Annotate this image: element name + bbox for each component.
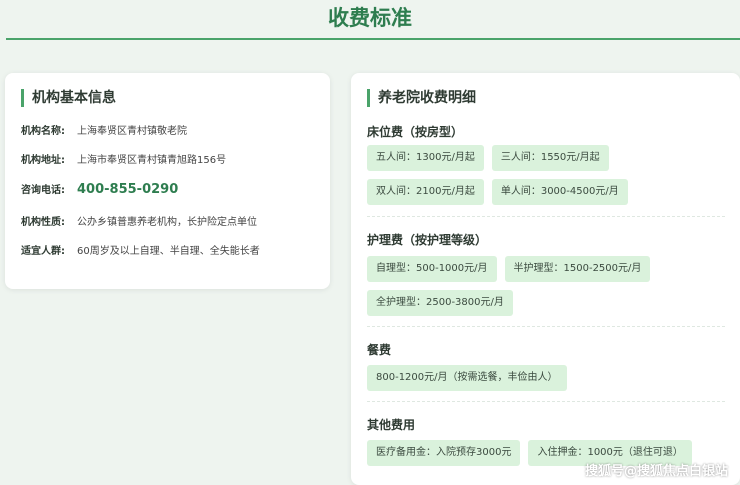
phone-link[interactable]: 400-855-0290	[77, 183, 178, 197]
fee-tag: 双人间：2100元/月起	[367, 179, 484, 205]
fee-tag: 医疗备用金：入院预存3000元	[367, 440, 521, 466]
fee-tag: 单人间：3000-4500元/月	[491, 179, 628, 205]
basic-info-card: 机构基本信息 机构名称: 上海奉贤区青村镇敬老院 机构地址: 上海市奉贤区青村镇…	[5, 73, 330, 289]
info-value: 上海奉贤区青村镇敬老院	[77, 126, 187, 137]
meal-fee-tags: 800-1200元/月（按需选餐，丰俭由人）	[367, 365, 727, 391]
info-value: 公办乡镇普惠养老机构，长护险定点单位	[77, 217, 257, 228]
fee-details-card: 养老院收费明细 床位费（按房型） 五人间：1300元/月起 三人间：1550元/…	[351, 73, 740, 485]
fee-tag: 五人间：1300元/月起	[367, 145, 484, 171]
info-value: 60周岁及以上自理、半自理、全失能长者	[77, 246, 260, 257]
page-title: 收费标准	[328, 6, 412, 30]
section-divider	[367, 216, 725, 217]
info-row-address: 机构地址: 上海市奉贤区青村镇青旭路156号	[21, 154, 226, 168]
section-title-bed: 床位费（按房型）	[367, 125, 464, 139]
fee-tag: 自理型：500-1000元/月	[367, 256, 497, 282]
info-label: 机构地址:	[21, 155, 65, 166]
basic-info-heading: 机构基本信息	[21, 89, 314, 107]
fee-tag: 800-1200元/月（按需选餐，丰俭由人）	[367, 365, 567, 391]
section-title-meal: 餐费	[367, 343, 392, 357]
info-label: 机构性质:	[21, 217, 65, 228]
section-divider	[367, 326, 725, 327]
info-row-phone: 咨询电话: 400-855-0290	[21, 183, 178, 198]
bed-fee-tags: 五人间：1300元/月起 三人间：1550元/月起 双人间：2100元/月起 单…	[367, 145, 727, 205]
info-label: 适宜人群:	[21, 246, 65, 257]
fee-details-heading: 养老院收费明细	[367, 89, 724, 107]
source-watermark: 搜狐号@搜狐焦点白银站	[584, 464, 728, 479]
info-row-audience: 适宜人群: 60周岁及以上自理、半自理、全失能长者	[21, 245, 260, 259]
fee-tag: 半护理型：1500-2500元/月	[504, 256, 651, 282]
info-row-type: 机构性质: 公办乡镇普惠养老机构，长护险定点单位	[21, 216, 257, 230]
section-title-care: 护理费（按护理等级）	[367, 233, 488, 247]
info-value: 上海市奉贤区青村镇青旭路156号	[77, 155, 227, 166]
info-row-name: 机构名称: 上海奉贤区青村镇敬老院	[21, 125, 187, 139]
info-label: 机构名称:	[21, 126, 65, 137]
title-divider	[6, 38, 740, 40]
section-title-other: 其他费用	[367, 418, 416, 432]
section-divider	[367, 401, 725, 402]
fee-tag: 全护理型：2500-3800元/月	[367, 290, 513, 316]
info-label: 咨询电话:	[21, 185, 65, 196]
care-fee-tags: 自理型：500-1000元/月 半护理型：1500-2500元/月 全护理型：2…	[367, 256, 727, 316]
fee-tag: 三人间：1550元/月起	[491, 145, 609, 171]
